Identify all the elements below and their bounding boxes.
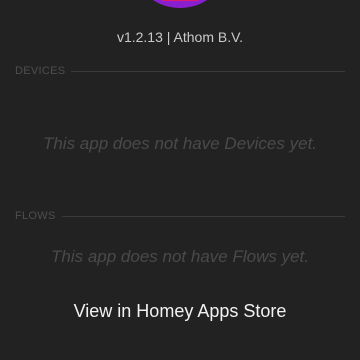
devices-section-header: DEVICES xyxy=(15,64,345,78)
devices-empty-message: This app does not have Devices yet. xyxy=(42,134,318,153)
flows-section-header: FLOWS xyxy=(15,209,345,223)
view-in-store-button[interactable]: View in Homey Apps Store xyxy=(0,301,360,322)
devices-section-label: DEVICES xyxy=(15,65,66,77)
app-icon xyxy=(130,0,230,8)
app-icon-mark xyxy=(161,0,199,1)
devices-divider xyxy=(71,70,345,72)
flows-section-label: FLOWS xyxy=(15,210,56,222)
app-version-developer: v1.2.13 | Athom B.V. xyxy=(116,29,244,45)
flows-divider xyxy=(61,215,345,217)
flows-empty-message: This app does not have Flows yet. xyxy=(51,247,309,266)
